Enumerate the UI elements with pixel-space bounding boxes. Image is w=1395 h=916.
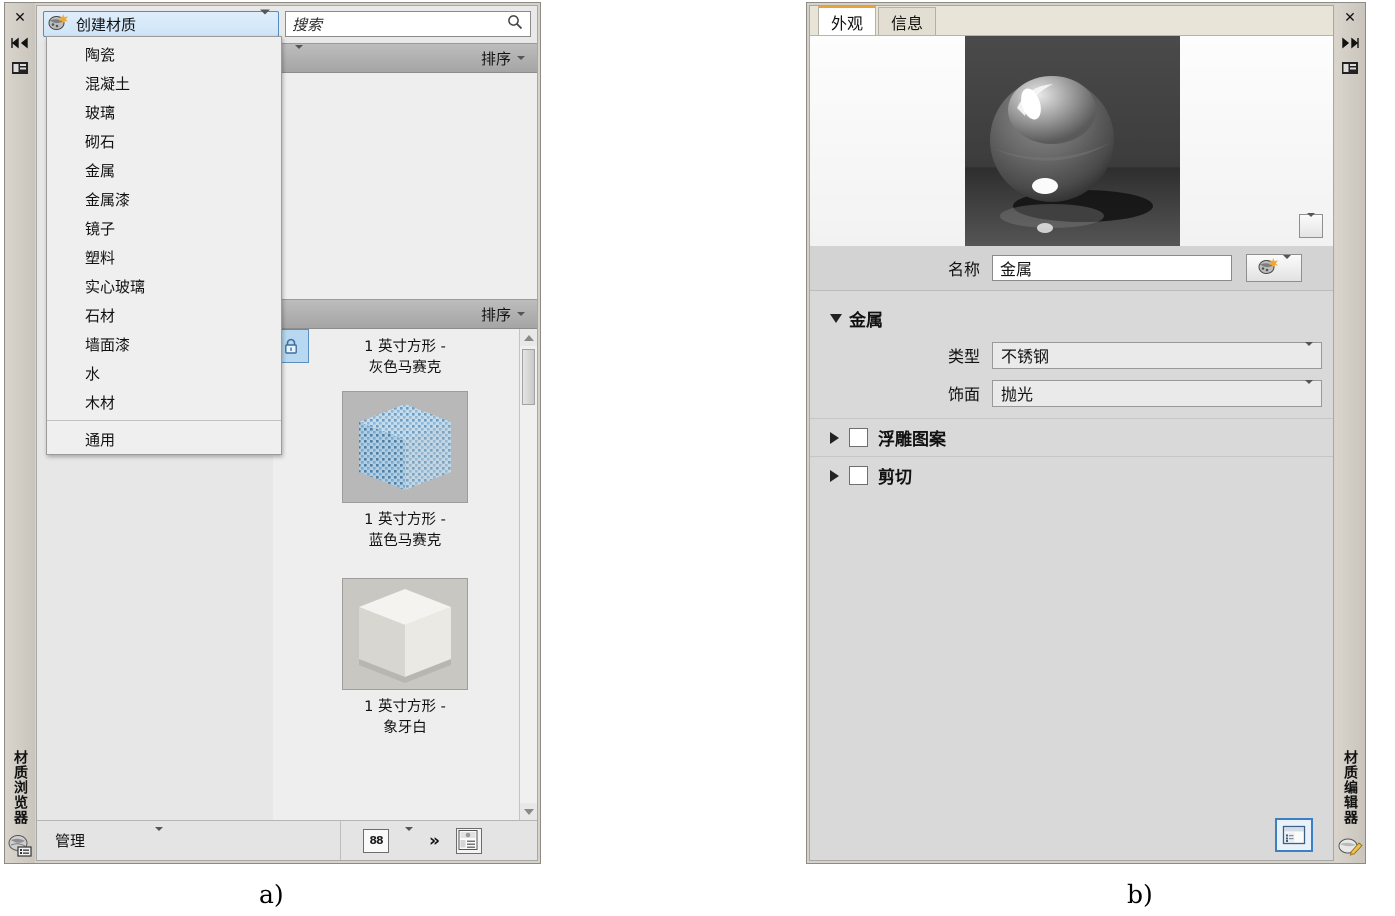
browser-footer: 管理 88 » [37,820,537,860]
property-row-type: 类型 不锈钢 [810,340,1333,370]
browser-content: 创建材质 搜索 排序 排序 1 英寸方形 - 灰色马赛克 1 英寸方形 - 蓝色… [36,5,538,861]
chevron-down-icon [1305,341,1313,365]
dropdown-item[interactable]: 金属 [47,156,281,185]
search-placeholder: 搜索 [292,15,323,34]
cutout-checkbox[interactable] [849,466,868,485]
editor-right-rail: ✕ 材质编辑器 [1335,3,1365,863]
chevron-down-icon [155,827,164,850]
type-label: 类型 [947,347,980,366]
tab-information[interactable]: 信息 [878,7,937,35]
material-grid-scrollbar[interactable] [519,329,537,820]
grid-view-icon[interactable]: 88 [363,828,389,853]
triangle-expanded-icon [830,313,842,323]
tab-appearance[interactable]: 外观 [818,6,877,35]
sort-bar-top: 排序 [273,43,537,73]
dropdown-item[interactable]: 实心玻璃 [47,272,281,301]
dropdown-item[interactable]: 陶瓷 [47,40,281,69]
material-name-row: 名称 金属 [810,246,1333,291]
relief-pattern-checkbox[interactable] [849,428,868,447]
double-chevron-icon[interactable]: » [429,831,440,851]
triangle-collapsed-icon[interactable] [830,431,839,444]
dropdown-item[interactable]: 木材 [47,388,281,417]
material-item[interactable]: 1 英寸方形 - 蓝色马赛克 [273,381,537,554]
material-item[interactable]: 1 英寸方形 - 象牙白 [273,568,537,741]
triangle-collapsed-icon[interactable] [830,469,839,482]
property-row-finish: 饰面 抛光 [810,378,1333,408]
create-material-label: 创建材质 [76,15,137,34]
scrollbar-thumb[interactable] [522,349,535,405]
dropdown-item[interactable]: 墙面漆 [47,330,281,359]
caption-b: b) [1127,880,1153,909]
dropdown-item[interactable]: 玻璃 [47,98,281,127]
material-grid: 1 英寸方形 - 灰色马赛克 1 英寸方形 - 蓝色马赛克 1 英寸方形 - 象… [273,329,537,820]
editor-footer [810,810,1333,860]
search-icon [507,14,523,34]
name-material-options-button[interactable] [1246,254,1302,282]
editor-tabstrip: 外观 信息 [810,6,1333,36]
create-material-dropdown[interactable]: 陶瓷 混凝土 玻璃 砌石 金属 金属漆 镜子 塑料 实心玻璃 石材 墙面漆 水 … [46,36,282,455]
material-palette-icon [1258,257,1278,279]
sort-bar-mid-button[interactable]: 排序 [481,304,525,325]
dropdown-item[interactable]: 混凝土 [47,69,281,98]
dock-arrows-icon[interactable] [9,33,31,53]
dock-arrows-icon[interactable] [1339,33,1361,53]
dropdown-item[interactable]: 金属漆 [47,185,281,214]
browser-upper-list[interactable] [273,73,537,299]
search-input[interactable]: 搜索 [285,11,531,37]
sort-bar-top-button[interactable]: 排序 [481,48,525,69]
panel-icon[interactable] [1339,58,1361,78]
browser-rail-title: 材质浏览器 [12,750,28,825]
material-palette-icon [48,13,68,35]
dropdown-item[interactable]: 砌石 [47,127,281,156]
chevron-down-icon [1282,254,1291,278]
dropdown-item-generic[interactable]: 通用 [47,424,281,454]
editor-content: 外观 信息 名称 金属 金属 类型 不锈钢 饰面 抛光 浮雕图案 剪切 [809,5,1334,861]
close-icon[interactable]: ✕ [1339,8,1361,28]
browser-footer-tools: 88 » [341,821,537,860]
name-label: 名称 [947,260,980,279]
browser-left-rail: ✕ 材质浏览器 [5,3,35,863]
chevron-down-icon [1305,379,1313,403]
name-input[interactable]: 金属 [992,255,1232,281]
scroll-up-arrow[interactable] [520,329,537,346]
scroll-down-arrow[interactable] [520,803,537,820]
editor-rail-title: 材质编辑器 [1342,750,1358,825]
figure-root: ✕ 材质浏览器 创建材质 搜索 排序 排序 1 英寸方形 - 灰色马赛克 1 英… [0,0,1395,916]
caption-a: a) [259,880,284,909]
ivory-white-cube-thumbnail [342,578,468,691]
dropdown-item[interactable]: 镜子 [47,214,281,243]
create-material-button[interactable]: 创建材质 [43,9,279,37]
dropdown-item[interactable]: 塑料 [47,243,281,272]
grid-view-caret[interactable] [405,827,413,850]
finish-label: 饰面 [947,385,980,404]
material-browser-icon[interactable] [7,833,33,859]
section-cutout[interactable]: 剪切 [810,456,1333,494]
material-item[interactable]: 1 英寸方形 - 灰色马赛克 [273,333,537,381]
manage-menu[interactable]: 管理 [37,821,341,860]
chevron-down-icon [1307,212,1315,236]
blue-mosaic-cube-thumbnail [342,391,468,504]
panel-icon[interactable] [9,58,31,78]
sort-bar-mid: 排序 [273,299,537,329]
show-panel-icon[interactable] [455,827,482,854]
finish-select[interactable]: 抛光 [992,379,1322,407]
chevron-down-icon [260,9,270,34]
material-preview[interactable] [810,36,1333,247]
material-editor-panel: 外观 信息 名称 金属 金属 类型 不锈钢 饰面 抛光 浮雕图案 剪切 ✕ 材质… [806,2,1366,864]
type-select[interactable]: 不锈钢 [992,341,1322,369]
dropdown-item[interactable]: 石材 [47,301,281,330]
panel-layout-icon[interactable] [1275,818,1313,852]
material-editor-icon[interactable] [1337,833,1363,859]
sort-bar-top-caret[interactable] [295,44,303,68]
close-icon[interactable]: ✕ [9,8,31,28]
preview-options-button[interactable] [1299,212,1323,238]
section-header-metal[interactable]: 金属 [810,302,1333,334]
dropdown-separator [47,420,281,421]
dropdown-item[interactable]: 水 [47,359,281,388]
material-browser-panel: ✕ 材质浏览器 创建材质 搜索 排序 排序 1 英寸方形 - 灰色马赛克 1 英… [4,2,541,864]
metal-sphere-preview [965,36,1180,246]
section-relief-pattern[interactable]: 浮雕图案 [810,418,1333,456]
